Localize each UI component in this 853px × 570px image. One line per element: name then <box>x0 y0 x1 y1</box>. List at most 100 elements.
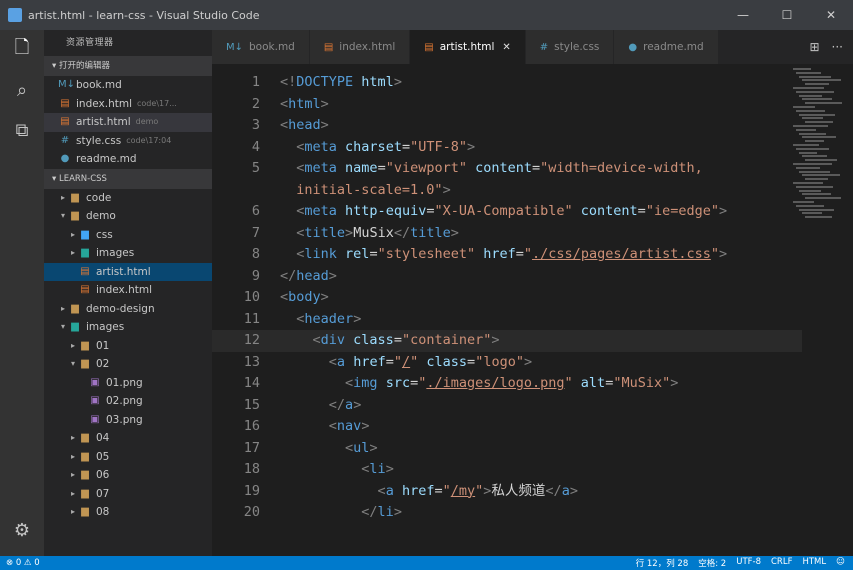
tree-item[interactable]: ▸ ▆ css <box>44 226 212 245</box>
tree-item-label: 04 <box>96 432 110 444</box>
close-button[interactable]: ✕ <box>809 0 853 30</box>
tree-item[interactable]: ▸ ▆ code <box>44 189 212 208</box>
code-text: <meta name="viewport" content="width=dev… <box>296 160 703 176</box>
vscode-window: artist.html - learn-css - Visual Studio … <box>0 0 853 570</box>
code-line[interactable]: initial-scale=1.0"> <box>212 180 802 202</box>
minimap[interactable] <box>789 64 842 224</box>
code-line[interactable]: 7 <title>MuSix</title> <box>212 223 802 245</box>
code-line[interactable]: 3 <head> <box>212 115 802 137</box>
close-icon[interactable]: ✕ <box>502 42 510 53</box>
tree-item[interactable]: ▤ index.html <box>44 281 212 300</box>
open-editor-item[interactable]: M↓ book.md <box>44 76 212 95</box>
status-bar: ⊗ 0 ⚠ 0 行 12，列 28 空格: 2 UTF-8 CRLF HTML ☺ <box>0 556 853 570</box>
code-line[interactable]: 2 <html> <box>212 94 802 116</box>
minimap-line <box>802 155 827 158</box>
code-line[interactable]: 5 <meta name="viewport" content="width=d… <box>212 158 802 180</box>
status-item[interactable]: UTF-8 <box>736 557 761 569</box>
status-item[interactable]: CRLF <box>771 557 792 569</box>
code-text: <meta charset="UTF-8"> <box>296 138 476 155</box>
tree-item[interactable]: ▸ ▆ 01 <box>44 337 212 356</box>
minimap-line <box>799 94 822 97</box>
file-icon: # <box>60 134 70 146</box>
tree-item[interactable]: ▸ ▆ images <box>44 244 212 263</box>
folder-icon: ▆ <box>81 358 89 369</box>
code-text: <header> <box>296 310 362 327</box>
open-editor-item[interactable]: # style.css code\17:04 <box>44 132 212 151</box>
tree-item[interactable]: ▸ ▆ demo-design <box>44 300 212 319</box>
status-item[interactable]: ☺ <box>836 557 845 569</box>
extensions-icon[interactable]: ⧉ <box>0 110 44 150</box>
project-section[interactable]: ▾ LEARN-CSS <box>44 168 212 189</box>
tree-item[interactable]: ▣ 01.png <box>44 374 212 393</box>
editor-tab[interactable]: M↓ book.md <box>212 30 310 64</box>
tree-item[interactable]: ▸ ▆ 07 <box>44 485 212 504</box>
minimap-line <box>793 182 823 184</box>
code-line[interactable]: 17 <ul> <box>212 438 802 460</box>
tree-item-label: demo <box>86 210 116 222</box>
open-editor-item[interactable]: ● readme.md <box>44 150 212 169</box>
minimap-line <box>793 68 811 70</box>
status-item[interactable]: HTML <box>802 557 826 569</box>
search-icon[interactable]: ⌕ <box>0 70 44 110</box>
minimap-line <box>793 125 828 127</box>
status-item[interactable]: 行 12，列 28 <box>636 557 689 569</box>
open-editor-item[interactable]: ▤ artist.html demo <box>44 113 212 132</box>
code-line[interactable]: 14 <img src="./images/logo.png" alt="MuS… <box>212 373 802 395</box>
maximize-button[interactable]: ☐ <box>765 0 809 30</box>
minimap-line <box>793 163 832 165</box>
code-line[interactable]: 10 <body> <box>212 287 802 309</box>
code-line[interactable]: 13 <a href="/" class="logo"> <box>212 352 802 374</box>
code-line[interactable]: 6 <meta http-equiv="X-UA-Compatible" con… <box>212 201 802 223</box>
tree-item[interactable]: ▸ ▆ 04 <box>44 429 212 448</box>
minimap-line <box>796 147 829 150</box>
code-line[interactable]: 18 <li> <box>212 459 802 481</box>
line-number: 18 <box>243 461 260 477</box>
folder-icon: ▆ <box>81 506 89 517</box>
more-actions-icon[interactable]: ··· <box>832 40 843 54</box>
tree-item[interactable]: ▣ 03.png <box>44 411 212 430</box>
editor-tab[interactable]: # style.css <box>525 30 615 64</box>
code-text: <head> <box>280 117 329 133</box>
minimize-button[interactable]: — <box>721 0 765 30</box>
code-line[interactable]: 15 </a> <box>212 395 802 417</box>
split-editor-icon[interactable]: ⊞ <box>809 40 819 54</box>
open-editors-section[interactable]: ▾ 打开的编辑器 <box>44 56 212 76</box>
file-icon: ▤ <box>60 97 70 109</box>
folder-icon: ▆ <box>71 210 79 221</box>
tree-item-label: 02.png <box>106 395 143 407</box>
tree-item[interactable]: ▾ ▆ 02 <box>44 355 212 374</box>
code-line[interactable]: 11 <header> <box>212 309 802 331</box>
tree-item-label: 02 <box>96 358 110 370</box>
status-item[interactable]: 空格: 2 <box>698 557 726 569</box>
tree-item-label: 01 <box>96 339 110 352</box>
tree-item[interactable]: ▸ ▆ 08 <box>44 503 212 522</box>
code-line[interactable]: 12 <div class="container"> <box>212 330 802 352</box>
code-line[interactable]: 19 <a href="/my">私人频道</a> <box>212 481 802 503</box>
line-number: 5 <box>251 160 260 176</box>
problems-indicator[interactable]: ⊗ 0 ⚠ 0 <box>0 558 40 568</box>
tree-item[interactable]: ▸ ▆ 05 <box>44 448 212 467</box>
minimap-line <box>802 136 836 139</box>
files-icon[interactable]: 🗋 <box>0 30 44 70</box>
twisty-icon: ▸ <box>70 229 75 239</box>
open-editor-item[interactable]: ▤ index.html code\17... <box>44 95 212 114</box>
editor-tab[interactable]: ● readme.md <box>614 30 719 64</box>
vscode-logo-icon <box>8 8 22 22</box>
twisty-icon: ▸ <box>70 488 75 498</box>
code-line[interactable]: 8 <link rel="stylesheet" href="./css/pag… <box>212 244 802 266</box>
code-line[interactable]: 16 <nav> <box>212 416 802 438</box>
line-number: 7 <box>251 224 260 241</box>
code-editor[interactable]: 1 <!DOCTYPE html> 2 <html> 3 <head> 4 <meta ch… <box>212 64 853 556</box>
editor-tab[interactable]: ▤ artist.html ✕ <box>410 30 526 64</box>
code-line[interactable]: 20 </li> <box>212 502 802 524</box>
tree-item[interactable]: ▸ ▆ 06 <box>44 466 212 485</box>
tree-item[interactable]: ▣ 02.png <box>44 392 212 411</box>
tree-item[interactable]: ▾ ▆ demo <box>44 207 212 226</box>
code-line[interactable]: 9 </head> <box>212 266 802 288</box>
tree-item[interactable]: ▤ artist.html <box>44 262 212 281</box>
editor-tab[interactable]: ▤ index.html <box>309 30 411 64</box>
tree-item[interactable]: ▾ ▆ images <box>44 318 212 337</box>
settings-gear-icon[interactable]: ⚙ <box>0 510 44 550</box>
code-line[interactable]: 1 <!DOCTYPE html> <box>212 72 802 94</box>
code-line[interactable]: 4 <meta charset="UTF-8"> <box>212 137 802 159</box>
